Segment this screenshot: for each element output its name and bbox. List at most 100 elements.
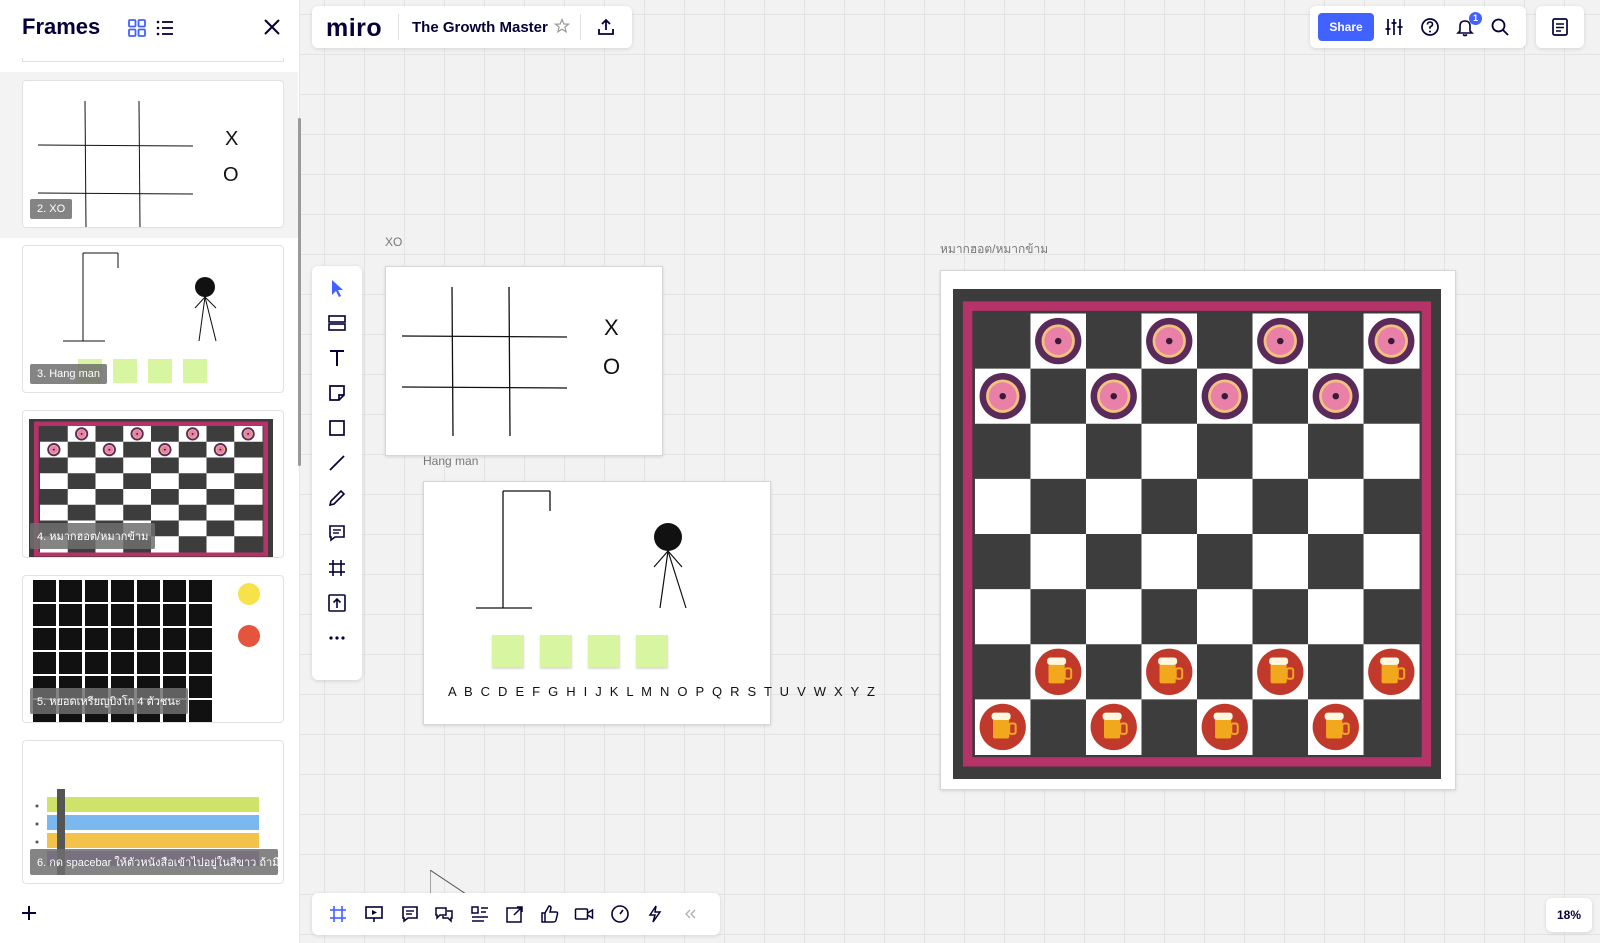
share-screen-icon[interactable] (505, 904, 525, 924)
sticky-note[interactable] (492, 635, 524, 667)
beer-mug (1159, 663, 1176, 684)
board-square (206, 457, 235, 474)
select-cursor-icon[interactable] (327, 278, 347, 298)
frame-thumbnail-spacebar[interactable]: 6. กด spacebar ให้ตัวหนังสือเข้าไปอยู่ใน… (22, 740, 284, 884)
connect-four-cell (33, 604, 56, 626)
list-view-icon[interactable] (156, 19, 174, 37)
board-name[interactable]: The Growth Master (412, 19, 548, 36)
miro-logo[interactable]: miro (326, 14, 382, 43)
frame-thumbnail-label: 5. หยอดเหรียญบิงโก 4 ตัวชนะ (30, 688, 188, 714)
connect-four-cell (189, 700, 212, 722)
frame-thumbnail-checkers[interactable]: 4. หมากฮอต/หมากข้าม (22, 410, 284, 558)
pen-tool-icon[interactable] (327, 488, 347, 508)
help-icon[interactable] (1420, 17, 1440, 37)
board-square (178, 441, 208, 458)
text-tool-icon[interactable] (327, 348, 347, 368)
board-square (206, 489, 235, 506)
board-square (151, 504, 180, 521)
sticky-note[interactable] (588, 635, 620, 667)
comment-icon[interactable] (327, 523, 347, 543)
lightning-icon[interactable] (645, 904, 665, 924)
frame-thumbnail-label: 4. หมากฮอต/หมากข้าม (30, 523, 156, 549)
notification-badge: 1 (1469, 12, 1482, 25)
video-call-icon[interactable] (574, 904, 594, 924)
templates-icon[interactable] (327, 313, 347, 333)
frame-thumbnail-xo[interactable]: X O 2. XO (22, 80, 284, 228)
board-square (1363, 478, 1420, 535)
board-square (178, 457, 208, 474)
frame-tool-icon[interactable] (327, 558, 347, 578)
board-square (1197, 534, 1254, 590)
search-icon[interactable] (1490, 17, 1510, 37)
connect-four-cell (137, 604, 160, 626)
xo-frame-label[interactable]: XO (385, 235, 402, 249)
beer-foam (1324, 712, 1344, 720)
share-button[interactable]: Share (1318, 13, 1374, 41)
frame-thumbnail-label: 3. Hang man (30, 364, 107, 384)
board-square (123, 457, 152, 474)
comments-icon[interactable] (400, 904, 420, 924)
export-icon[interactable] (596, 17, 616, 37)
shape-tool-icon[interactable] (327, 418, 347, 438)
board-square (1197, 313, 1254, 370)
board-square (1141, 423, 1198, 480)
frame-thumbnail-hangman[interactable]: 3. Hang man (22, 245, 284, 393)
board-canvas[interactable]: XO X O Hang man A B C D E F G H I J K L … (300, 0, 1600, 943)
hangman-head (654, 523, 682, 551)
connect-four-cell (111, 652, 134, 674)
board-square (1252, 423, 1309, 480)
board-square (39, 489, 69, 506)
settings-sliders-icon[interactable] (1384, 17, 1404, 37)
frame-thumbnail-connect-four[interactable]: 5. หยอดเหรียญบิงโก 4 ตัวชนะ (22, 575, 284, 723)
board-square (234, 504, 263, 521)
panel-resize-scrollbar[interactable] (298, 118, 301, 466)
board-square (1030, 589, 1087, 645)
close-icon[interactable] (262, 17, 282, 37)
board-square (1085, 534, 1142, 590)
collaboration-toolbar: Share 1 (1310, 6, 1526, 48)
cards-icon[interactable] (470, 904, 490, 924)
donut-hole (191, 432, 194, 435)
o-mark: O (603, 354, 621, 379)
donut-hole (80, 432, 83, 435)
sticky-note[interactable] (636, 635, 668, 667)
upload-icon[interactable] (327, 593, 347, 613)
frames-panel-header: Frames (0, 0, 299, 58)
grid-view-icon[interactable] (128, 19, 146, 37)
zoom-level[interactable]: 18% (1546, 898, 1592, 932)
collapse-chevron-icon[interactable] (680, 904, 700, 924)
checkers-frame[interactable] (940, 270, 1456, 790)
board-square (67, 441, 96, 458)
xo-frame[interactable]: X O (385, 266, 663, 456)
star-icon[interactable] (554, 18, 570, 34)
hangman-frame[interactable]: A B C D E F G H I J K L M N O P Q R S T … (423, 481, 875, 725)
plus-icon[interactable] (20, 904, 38, 922)
presentation-icon[interactable] (364, 904, 384, 924)
frames-panel: X O 2. XO 3. Hang man 4. หมากฮอต/หมากข้า… (0, 0, 300, 943)
board-square (95, 457, 124, 474)
connect-four-cell (33, 652, 56, 674)
board-square (67, 457, 96, 474)
donut-hole (1054, 337, 1062, 345)
sticky-note-icon[interactable] (327, 383, 347, 403)
hangman-frame-label[interactable]: Hang man (423, 454, 478, 468)
divider (398, 14, 399, 40)
chat-icon[interactable] (434, 904, 454, 924)
notes-icon[interactable] (1550, 17, 1570, 37)
board-square (123, 441, 152, 458)
voting-thumbs-up-icon[interactable] (540, 904, 560, 924)
beer-foam (1380, 657, 1400, 665)
board-square (67, 473, 96, 490)
notes-panel-toggle (1536, 6, 1584, 48)
checkers-frame-label[interactable]: หมากฮอต/หมากข้าม (940, 240, 1048, 259)
board-square (1252, 589, 1309, 645)
more-tools-icon[interactable] (327, 628, 347, 648)
sticky-note[interactable] (540, 635, 572, 667)
line-tool-icon[interactable] (327, 453, 347, 473)
board-square (95, 504, 124, 521)
board-square (206, 504, 235, 521)
frames-icon[interactable] (328, 904, 348, 924)
connect-four-cell (111, 580, 134, 602)
timer-icon[interactable] (610, 904, 630, 924)
donut-hole (1388, 337, 1395, 345)
